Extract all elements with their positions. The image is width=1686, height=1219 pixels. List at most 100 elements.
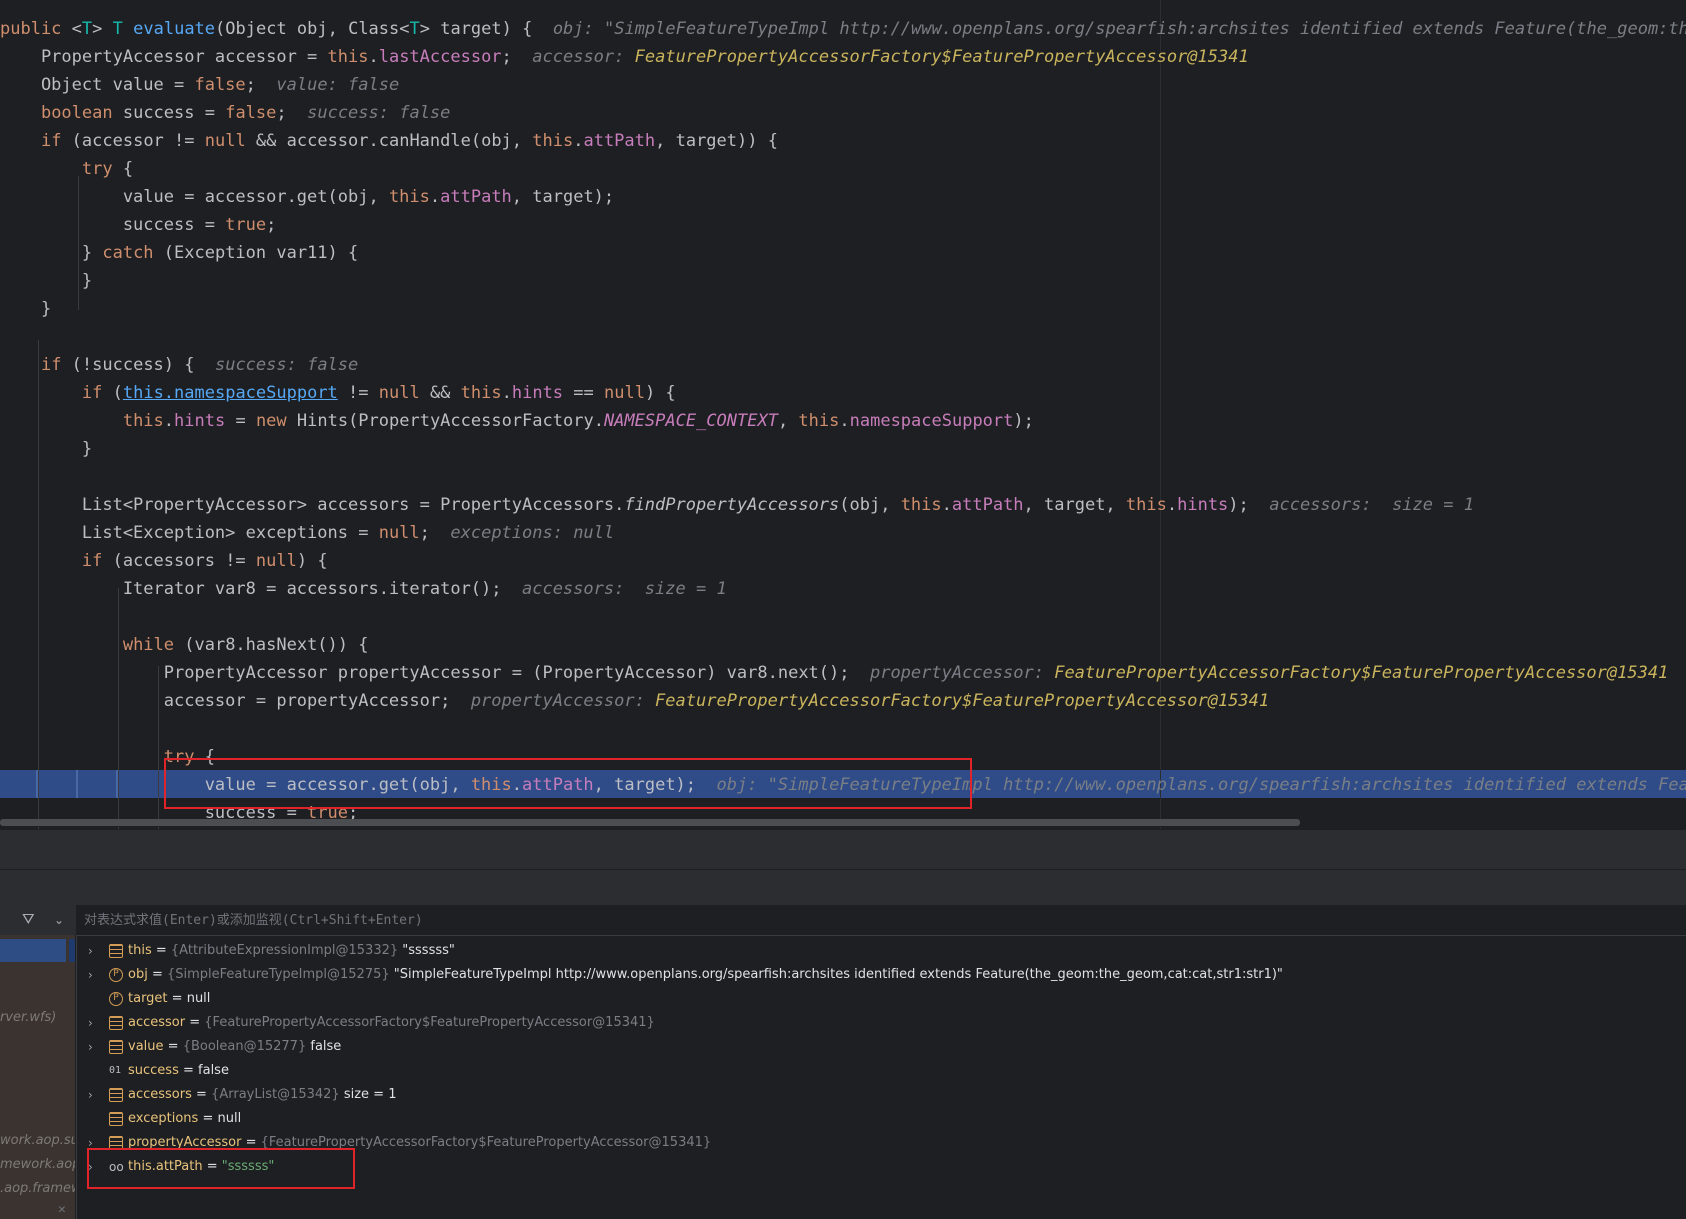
code-token: == <box>563 383 604 403</box>
code-token: { <box>112 159 134 179</box>
expand-chevron-icon[interactable]: › <box>88 1155 102 1179</box>
debugger-header-bar <box>0 829 1686 870</box>
frame-item[interactable]: mework.aop <box>0 1157 75 1172</box>
code-token: ) { <box>644 383 676 403</box>
code-token: , target); <box>593 775 717 795</box>
variable-value: "ssssss" <box>221 1159 275 1174</box>
code-editor[interactable]: public <T> T evaluate(Object obj, Class<… <box>0 0 1686 829</box>
variable-row[interactable]: exceptions = null <box>76 1107 1676 1131</box>
inline-debug-value: propertyAccessor: <box>470 691 656 711</box>
code-token: this <box>798 411 840 431</box>
variable-row[interactable]: Ptarget = null <box>76 987 1676 1011</box>
code-token: NAMESPACE_CONTEXT <box>603 411 778 431</box>
code-token: public <box>0 19 72 39</box>
code-line: if (this.namespaceSupport != null && thi… <box>0 379 676 407</box>
variable-row[interactable]: › value = {Boolean@15277} false <box>76 1035 1676 1059</box>
expand-chevron-icon[interactable]: › <box>88 963 102 987</box>
code-token: Iterator var8 = accessors.iterator(); <box>0 579 522 599</box>
variable-row[interactable]: › this = {AttributeExpressionImpl@15332} … <box>76 939 1676 963</box>
field-icon <box>109 1040 123 1054</box>
code-token: attPath <box>583 131 656 151</box>
code-token: List<PropertyAccessor> accessors = Prope… <box>0 495 625 515</box>
evaluate-expression-input[interactable] <box>76 905 1684 935</box>
code-token: ( <box>102 383 123 403</box>
variable-row[interactable]: › Pobj = {SimpleFeatureTypeImpl@15275} "S… <box>76 963 1676 987</box>
code-token: T <box>112 19 123 39</box>
expand-chevron-icon[interactable]: › <box>88 1083 102 1107</box>
code-token: new <box>255 411 287 431</box>
variable-type: {FeaturePropertyAccessorFactory$FeatureP… <box>260 1135 712 1150</box>
inline-debug-value: FeaturePropertyAccessorFactory$FeaturePr… <box>1054 663 1669 683</box>
chevron-down-icon[interactable]: ⌄ <box>54 913 64 927</box>
code-line: try { <box>0 155 133 183</box>
code-token: . <box>501 383 512 403</box>
variable-type: {SimpleFeatureTypeImpl@15275} <box>167 967 390 982</box>
field-icon <box>109 1088 123 1102</box>
code-line: if (accessor != null && accessor.canHand… <box>0 127 778 155</box>
frame-item[interactable]: work.aop.sup <box>0 1133 75 1148</box>
inline-debug-value: propertyAccessor: <box>869 663 1055 683</box>
expand-chevron-icon[interactable]: › <box>88 1131 102 1155</box>
code-token: null <box>204 131 246 151</box>
code-token: (Exception var11) { <box>153 243 359 263</box>
horizontal-scrollbar-thumb[interactable] <box>0 819 1300 826</box>
field-icon <box>109 1136 123 1150</box>
variable-row[interactable]: › accessors = {ArrayList@15342} size = 1 <box>76 1083 1676 1107</box>
code-token: this <box>460 383 502 403</box>
close-icon[interactable]: ✕ <box>58 1202 66 1217</box>
variable-text: success = false <box>128 1063 229 1078</box>
variable-name: propertyAccessor <box>128 1135 242 1150</box>
code-token: if <box>81 383 103 403</box>
code-token: attPath <box>522 775 594 795</box>
code-token: } <box>0 299 52 319</box>
code-token: null <box>378 523 420 543</box>
code-token: if <box>81 551 103 571</box>
code-token: this <box>470 775 512 795</box>
code-line: if (!success) { success: false <box>0 351 358 379</box>
code-line: } catch (Exception var11) { <box>0 239 358 267</box>
variable-name: this.attPath <box>128 1159 203 1174</box>
variables-toolbar <box>0 905 76 935</box>
code-token: Object value = <box>0 75 195 95</box>
expand-chevron-icon[interactable]: › <box>88 1035 102 1059</box>
variable-type: {AttributeExpressionImpl@15332} <box>170 943 399 958</box>
frame-item[interactable]: .aop.framew <box>0 1181 75 1196</box>
variable-row[interactable]: 01 success = false <box>76 1059 1676 1083</box>
code-line: } <box>0 267 92 295</box>
code-token: PropertyAccessor accessor = <box>0 47 328 67</box>
inline-debug-value: accessors: size = 1 <box>1269 495 1474 515</box>
code-token: lastAccessor <box>378 47 502 67</box>
variable-row[interactable]: › oo this.attPath = "ssssss" <box>76 1155 1676 1179</box>
code-token: ; <box>245 75 277 95</box>
code-line: PropertyAccessor propertyAccessor = (Pro… <box>0 659 1669 687</box>
code-token: . <box>163 411 175 431</box>
code-token: . <box>941 495 952 515</box>
filter-icon[interactable]: ⛛ <box>22 910 35 928</box>
code-token: (!success) { <box>61 355 215 375</box>
pane-splitter[interactable] <box>69 939 75 962</box>
evaluate-expression-bar <box>76 905 1686 936</box>
expand-chevron-icon[interactable]: › <box>88 1011 102 1035</box>
code-token: try <box>81 159 113 179</box>
code-token: true <box>225 215 267 235</box>
code-token: boolean <box>40 103 113 123</box>
frame-item[interactable]: rver.wfs) <box>0 1010 75 1025</box>
code-line: List<PropertyAccessor> accessors = Prope… <box>0 491 1474 519</box>
code-token: attPath <box>951 495 1024 515</box>
code-line: if (accessors != null) { <box>0 547 328 575</box>
code-token: value = accessor.get(obj, <box>0 775 471 795</box>
field-icon <box>109 1016 123 1030</box>
code-token: this <box>900 495 942 515</box>
variable-row[interactable]: › propertyAccessor = {FeaturePropertyAcce… <box>76 1131 1676 1155</box>
selected-frame[interactable] <box>0 939 66 962</box>
expand-chevron-icon[interactable]: › <box>88 939 102 963</box>
variable-row[interactable]: › accessor = {FeaturePropertyAccessorFact… <box>76 1011 1676 1035</box>
code-token[interactable]: this.namespaceSupport <box>123 383 338 403</box>
code-line: Iterator var8 = accessors.iterator(); ac… <box>0 575 727 603</box>
variable-value: null <box>217 1111 242 1126</box>
